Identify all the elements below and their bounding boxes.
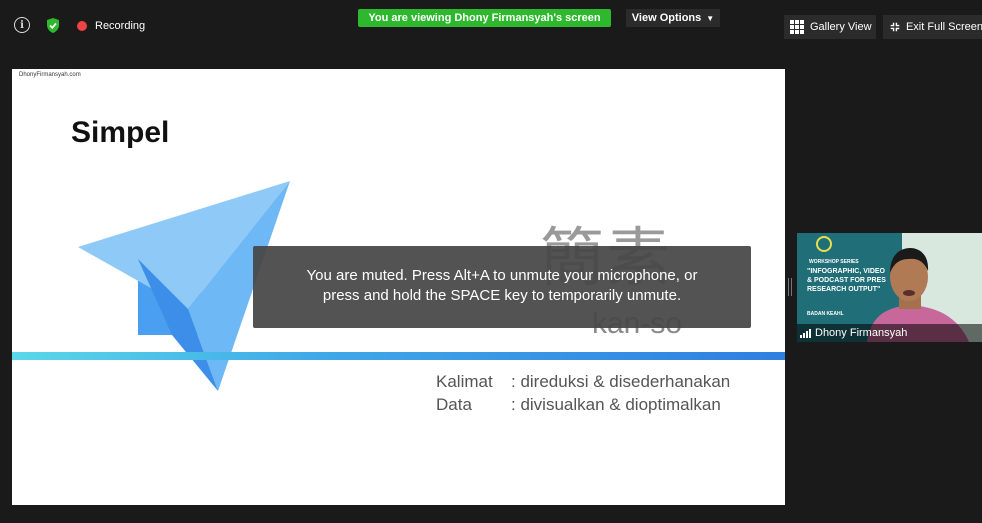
exit-fullscreen-icon — [890, 22, 900, 32]
participant-name-bar: Dhony Firmansyah — [797, 324, 982, 342]
exit-full-screen-button[interactable]: Exit Full Screen — [883, 15, 982, 39]
muted-notification-line-2: press and hold the SPACE key to temporar… — [322, 287, 682, 304]
muted-notification-line-1: You are muted. Press Alt+A to unmute you… — [306, 267, 698, 284]
signal-icon — [800, 328, 811, 338]
resize-handle[interactable] — [788, 278, 792, 296]
chevron-down-icon: ▼ — [706, 13, 715, 23]
caption-label: Kalimat — [436, 372, 493, 391]
poster-footer: BADAN KEAHL — [807, 311, 844, 317]
view-options-button[interactable]: View Options ▼ — [626, 9, 720, 27]
view-options-label: View Options — [631, 12, 702, 24]
caption-label: Data — [436, 395, 472, 414]
recording-label[interactable]: Recording — [95, 20, 145, 32]
gradient-divider — [12, 352, 785, 360]
poster-series: WORKSHOP SERIES — [809, 259, 859, 265]
caption-line-kalimat: Kalimat : direduksi & disederhanakan — [436, 372, 730, 392]
muted-notification: You are muted. Press Alt+A to unmute you… — [253, 246, 751, 328]
record-icon — [77, 21, 87, 31]
caption-line-data: Data : divisualkan & dioptimalkan — [436, 395, 721, 415]
caption-text: : divisualkan & dioptimalkan — [511, 395, 721, 414]
grid-icon — [790, 20, 804, 34]
participant-name: Dhony Firmansyah — [815, 327, 908, 339]
gallery-view-label: Gallery View — [810, 21, 872, 33]
gallery-view-button[interactable]: Gallery View — [784, 15, 876, 39]
viewing-screen-banner: You are viewing Dhony Firmansyah's scree… — [358, 9, 611, 27]
participant-video-tile[interactable]: WORKSHOP SERIES "INFOGRAPHIC, VIDEO & PO… — [797, 233, 982, 342]
meeting-top-bar: i Recording You are viewing Dhony Firman… — [0, 0, 982, 44]
exit-full-screen-label: Exit Full Screen — [905, 21, 982, 33]
caption-text: : direduksi & disederhanakan — [511, 372, 731, 391]
shield-icon[interactable] — [45, 17, 61, 34]
info-icon[interactable]: i — [14, 17, 30, 33]
logo-icon — [816, 236, 832, 252]
